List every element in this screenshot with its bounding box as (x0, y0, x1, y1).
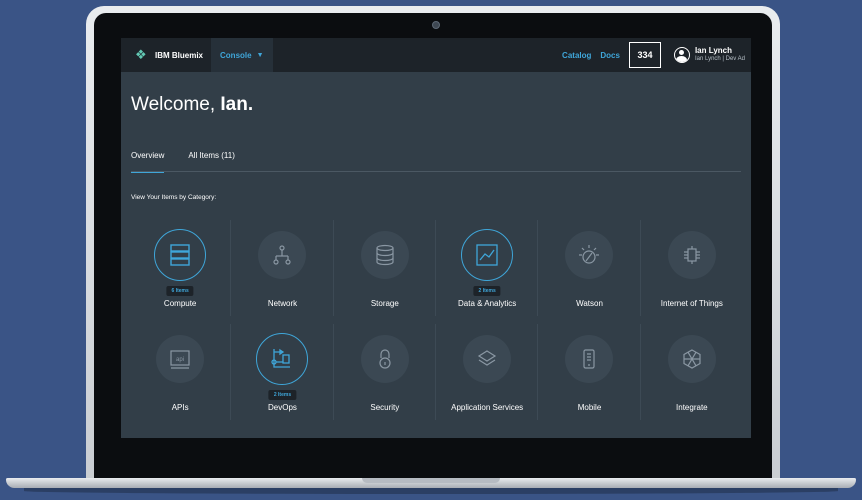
page-title: Welcome, Ian. (131, 94, 253, 116)
brand[interactable]: ❖ IBM Bluemix (121, 38, 211, 72)
tabs: Overview All Items (11) (131, 151, 259, 173)
server-icon (154, 229, 207, 281)
camera-dot (432, 21, 440, 29)
welcome-prefix: Welcome, (131, 94, 221, 115)
category-label: APIs (171, 403, 189, 412)
svg-text:api: api (176, 357, 184, 363)
category-label: DevOps (268, 403, 297, 412)
welcome-name: Ian. (220, 94, 254, 115)
category-devops[interactable]: 2 Items DevOps (231, 320, 334, 424)
category-application-services[interactable]: Application Services (436, 320, 539, 424)
category-label: Application Services (451, 403, 524, 412)
database-icon (360, 231, 409, 279)
item-count-badge: 2 Items (268, 390, 297, 400)
user-name: Ian Lynch (694, 46, 732, 56)
category-integrate[interactable]: Integrate (641, 320, 743, 424)
category-data-analytics[interactable]: 2 Items Data & Analytics (436, 216, 539, 320)
network-icon (258, 231, 307, 279)
user-info: Ian Lynch Ian Lynch | Dev Ad (694, 46, 745, 63)
layers-icon (463, 335, 512, 383)
section-label: View Your Items by Category: (131, 194, 217, 201)
mobile-icon (565, 335, 614, 383)
category-label: Storage (370, 299, 399, 308)
integrate-icon (667, 335, 716, 383)
item-count-badge: 6 Items (166, 286, 194, 296)
count-box[interactable]: 334 (628, 42, 661, 68)
category-label: Internet of Things (660, 299, 723, 308)
category-compute[interactable]: 6 Items Compute (129, 216, 232, 320)
category-label: Mobile (577, 403, 602, 412)
bluemix-logo-icon: ❖ (135, 47, 147, 62)
docs-link[interactable]: Docs (600, 51, 620, 60)
nav-right: Catalog Docs 334 Ian Lynch Ian Lynch | D… (562, 38, 751, 72)
category-storage[interactable]: Storage (334, 216, 437, 320)
top-navbar: ❖ IBM Bluemix Console ▼ Catalog Docs 334… (121, 38, 751, 72)
user-menu[interactable]: Ian Lynch Ian Lynch | Dev Ad (673, 46, 745, 63)
category-label: Security (370, 403, 400, 412)
watson-icon (565, 231, 614, 279)
console-label: Console (220, 50, 252, 60)
chevron-down-icon: ▼ (256, 51, 264, 59)
laptop-shadow (24, 488, 838, 494)
laptop-base-notch (362, 478, 500, 483)
console-menu[interactable]: Console ▼ (211, 38, 273, 72)
category-mobile[interactable]: Mobile (538, 320, 641, 424)
devops-icon (256, 333, 309, 385)
avatar-icon (673, 47, 690, 63)
api-icon: api (156, 335, 205, 383)
category-watson[interactable]: Watson (538, 216, 641, 320)
catalog-link[interactable]: Catalog (562, 51, 591, 60)
tab-divider (131, 171, 741, 172)
category-network[interactable]: Network (231, 216, 334, 320)
category-label: Data & Analytics (458, 299, 517, 308)
item-count-badge: 2 Items (473, 286, 501, 296)
chart-icon (461, 229, 514, 281)
category-label: Watson (576, 299, 603, 308)
category-label: Compute (163, 299, 197, 308)
user-subtitle: Ian Lynch | Dev Ad (694, 56, 745, 63)
tab-all-items[interactable]: All Items (11) (188, 151, 235, 173)
lock-icon (360, 335, 409, 383)
category-grid: 6 Items Compute Network Storage 2 Items … (129, 216, 743, 424)
category-internet-of-things[interactable]: Internet of Things (641, 216, 743, 320)
brand-name: IBM Bluemix (155, 50, 204, 60)
category-label: Integrate (676, 403, 708, 412)
category-apis[interactable]: api APIs (129, 320, 232, 424)
app-screen: ❖ IBM Bluemix Console ▼ Catalog Docs 334… (121, 38, 751, 438)
chip-icon (667, 231, 716, 279)
category-security[interactable]: Security (334, 320, 437, 424)
tab-overview[interactable]: Overview (131, 151, 165, 173)
category-label: Network (267, 299, 298, 308)
